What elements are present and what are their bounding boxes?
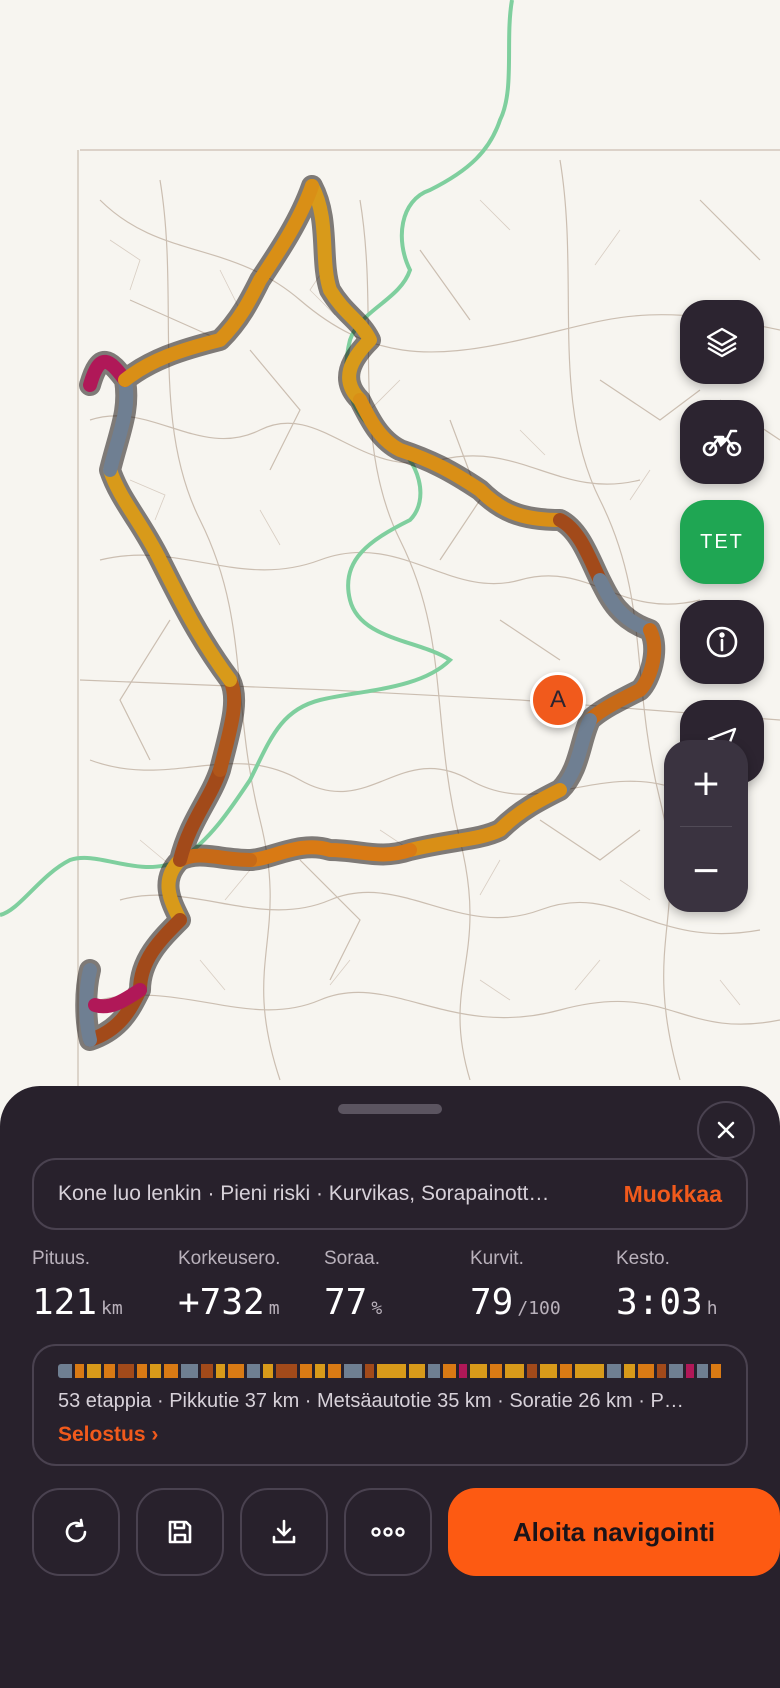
segment-chip: [490, 1364, 502, 1378]
segment-strip: [58, 1364, 724, 1378]
tet-label: TET: [700, 530, 744, 553]
layers-button[interactable]: [680, 300, 764, 384]
segment-chip: [149, 1364, 162, 1378]
close-icon: [717, 1121, 735, 1139]
stat-value: 79: [470, 1282, 514, 1323]
segment-chip: [377, 1364, 407, 1378]
segment-chip: [560, 1364, 572, 1378]
route-prompt[interactable]: Kone luo lenkin · Pieni riski · Kurvikas…: [32, 1158, 748, 1230]
segment-chip: [74, 1364, 85, 1378]
stat-length: Pituus. 121 km: [32, 1248, 123, 1323]
download-button[interactable]: [240, 1488, 328, 1576]
segment-chip: [656, 1364, 667, 1378]
vehicle-button[interactable]: [680, 400, 764, 484]
stat-unit: h: [706, 1298, 718, 1319]
stat-label: Soraa.: [324, 1248, 380, 1269]
description-link[interactable]: Selostus ›: [58, 1423, 722, 1447]
segment-chip: [574, 1364, 604, 1378]
refresh-icon: [65, 1518, 87, 1543]
motorbike-icon: [702, 429, 742, 457]
more-button[interactable]: [344, 1488, 432, 1576]
layers-icon: [706, 327, 738, 358]
map-canvas: [0, 0, 780, 1090]
stat-unit: km: [101, 1298, 123, 1319]
segment-chip: [527, 1364, 537, 1378]
segment-chip: [685, 1364, 694, 1378]
stat-label: Pituus.: [32, 1248, 91, 1269]
stat-unit: /100: [517, 1298, 561, 1319]
stat-unit: m: [268, 1298, 280, 1319]
stat-gravel: Soraa. 77%: [324, 1248, 382, 1323]
segment-chip: [669, 1364, 683, 1378]
segment-chip: [409, 1364, 425, 1378]
segment-chip: [164, 1364, 178, 1378]
regenerate-button[interactable]: [32, 1488, 120, 1576]
stat-value: 121: [32, 1282, 98, 1323]
tet-button[interactable]: TET: [680, 500, 764, 584]
stat-value: 77: [324, 1282, 368, 1323]
segment-chip: [364, 1364, 375, 1378]
zoom-in-button[interactable]: +: [664, 740, 748, 826]
close-button[interactable]: [697, 1101, 755, 1159]
save-icon: [168, 1520, 192, 1544]
stat-label: Korkeusero.: [178, 1248, 281, 1269]
segment-chip: [300, 1364, 313, 1378]
segment-chip: [344, 1364, 362, 1378]
segment-chip: [623, 1364, 636, 1378]
edit-button[interactable]: Muokkaa: [624, 1181, 722, 1208]
segment-chip: [711, 1364, 721, 1378]
segment-chip: [228, 1364, 244, 1378]
start-navigation-button[interactable]: Aloita navigointi: [448, 1488, 780, 1576]
segment-chip: [427, 1364, 440, 1378]
segment-chip: [215, 1364, 226, 1378]
map-view[interactable]: A: [0, 0, 780, 1100]
segment-chip: [459, 1364, 467, 1378]
download-icon: [272, 1519, 296, 1544]
marker-label: A: [549, 686, 566, 713]
segment-chip: [539, 1364, 558, 1378]
segments-card[interactable]: 53 etappia · Pikkutie 37 km · Metsäautot…: [32, 1344, 748, 1466]
segment-chip: [136, 1364, 147, 1378]
segment-chip: [58, 1364, 72, 1378]
action-bar: Aloita navigointi: [32, 1488, 780, 1576]
more-icon: [371, 1527, 405, 1537]
stat-value: 3:03: [616, 1282, 703, 1323]
segment-chip: [638, 1364, 654, 1378]
segment-chip: [442, 1364, 457, 1378]
route-stats: Pituus. 121 km Korkeusero. +732 m Soraa. 7…: [32, 1248, 762, 1328]
stat-label: Kurvit.: [470, 1248, 524, 1269]
segment-chip: [469, 1364, 488, 1378]
prompt-text: Kone luo lenkin · Pieni riski · Kurvikas…: [58, 1182, 550, 1205]
segment-chip: [246, 1364, 261, 1378]
stat-curves: Kurvit. 79/100: [470, 1248, 561, 1323]
segment-chip: [696, 1364, 709, 1378]
segment-chip: [276, 1364, 298, 1378]
stat-duration: Kesto. 3:03 h: [616, 1248, 718, 1323]
save-button[interactable]: [136, 1488, 224, 1576]
zoom-control: + −: [664, 740, 748, 912]
segment-chip: [180, 1364, 199, 1378]
stat-label: Kesto.: [616, 1248, 670, 1269]
stat-value: +732: [178, 1282, 265, 1323]
segment-chip: [87, 1364, 101, 1378]
segment-chip: [327, 1364, 342, 1378]
segment-chip: [103, 1364, 116, 1378]
segment-chip: [315, 1364, 325, 1378]
segment-chip: [607, 1364, 621, 1378]
segment-chip: [263, 1364, 274, 1378]
zoom-out-button[interactable]: −: [664, 827, 748, 913]
segments-summary: 53 etappia · Pikkutie 37 km · Metsäautot…: [58, 1390, 684, 1412]
segment-chip: [201, 1364, 213, 1378]
segment-chip: [118, 1364, 134, 1378]
segment-chip: [504, 1364, 525, 1378]
stat-unit: %: [371, 1298, 383, 1319]
sheet-handle[interactable]: [338, 1104, 442, 1114]
stat-elevation: Korkeusero. +732 m: [178, 1248, 280, 1323]
info-icon: [706, 626, 738, 658]
start-marker[interactable]: A: [530, 672, 586, 728]
info-button[interactable]: [680, 600, 764, 684]
